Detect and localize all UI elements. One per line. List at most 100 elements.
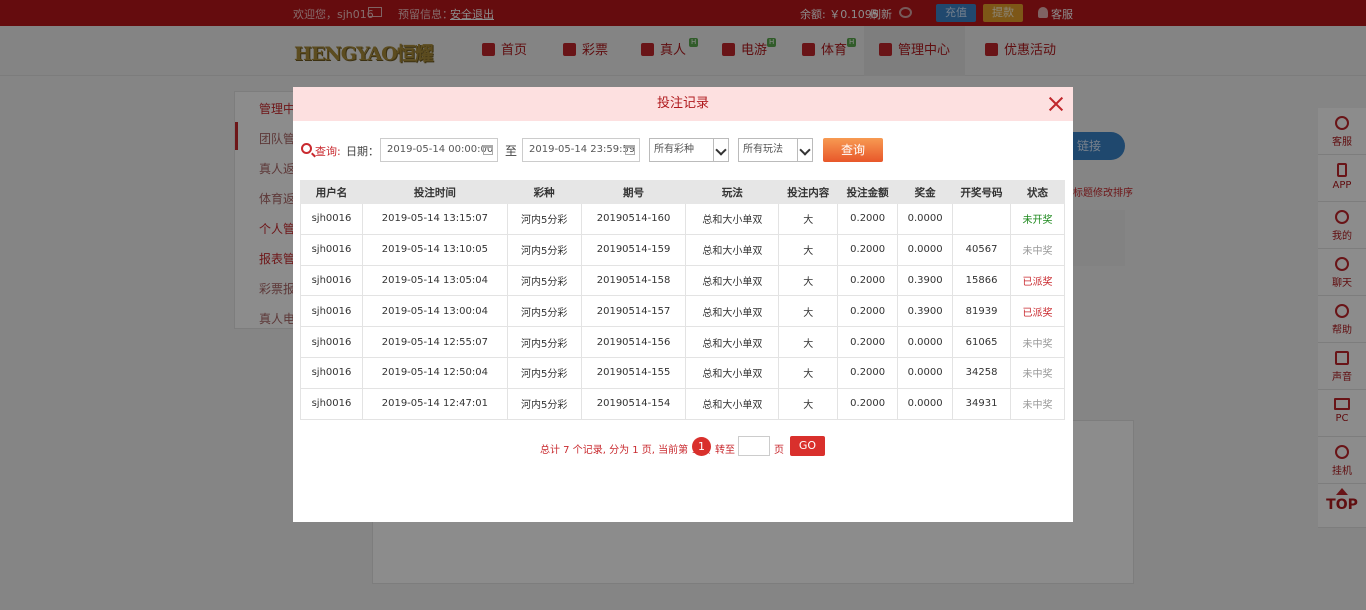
username-cell: sjh0016 xyxy=(300,203,363,235)
column-header: 玩法 xyxy=(685,180,780,204)
close-icon[interactable] xyxy=(1048,96,1063,111)
bet-time-cell: 2019-05-14 12:50:04 xyxy=(361,356,508,389)
draw-number-cell xyxy=(952,203,1012,235)
bet-content-cell: 大 xyxy=(778,233,839,266)
play-type-select[interactable]: 所有玩法 xyxy=(738,138,813,162)
lottery-cell: 河内5分彩 xyxy=(506,264,582,297)
column-header: 投注内容 xyxy=(778,180,839,204)
status-cell: 已派奖 xyxy=(1010,295,1065,328)
go-button[interactable]: GO xyxy=(790,436,825,456)
prize-cell: 0.0000 xyxy=(897,233,954,266)
lottery-cell: 河内5分彩 xyxy=(506,295,582,328)
lottery-cell: 河内5分彩 xyxy=(506,203,582,235)
table-body: sjh0016 2019-05-14 13:15:07 河内5分彩 20190514-… xyxy=(300,203,1065,420)
column-header: 开奖号码 xyxy=(952,180,1012,204)
status-cell: 未中奖 xyxy=(1010,387,1065,420)
column-header: 彩种 xyxy=(506,180,582,204)
bet-amount-cell: 0.2000 xyxy=(837,326,899,358)
current-page-button[interactable]: 1 xyxy=(692,437,711,456)
calendar-icon[interactable] xyxy=(625,145,635,155)
draw-number-cell: 40567 xyxy=(952,233,1012,266)
column-header: 投注金额 xyxy=(837,180,899,204)
table-row: sjh0016 2019-05-14 12:47:01 河内5分彩 20190514-… xyxy=(300,387,1065,420)
prize-cell: 0.3900 xyxy=(897,295,954,328)
prize-cell: 0.0000 xyxy=(897,356,954,389)
issue-cell: 20190514-156 xyxy=(580,326,687,358)
issue-cell: 20190514-157 xyxy=(580,295,687,328)
search-icon xyxy=(301,143,312,154)
date-range-separator: 至 xyxy=(505,144,518,158)
chevron-down-icon xyxy=(713,139,728,161)
lottery-cell: 河内5分彩 xyxy=(506,356,582,389)
username-cell: sjh0016 xyxy=(300,295,363,328)
date-from-input[interactable]: 2019-05-14 00:00:00 xyxy=(380,138,498,162)
dialog-title: 投注记录 xyxy=(656,96,709,111)
prize-cell: 0.0000 xyxy=(897,326,954,358)
column-header: 状态 xyxy=(1010,180,1065,204)
date-label: 日期： xyxy=(346,145,379,158)
bet-content-cell: 大 xyxy=(778,295,839,328)
table-row: sjh0016 2019-05-14 12:50:04 河内5分彩 20190514-… xyxy=(300,356,1065,389)
column-header: 奖金 xyxy=(897,180,954,204)
bet-content-cell: 大 xyxy=(778,264,839,297)
goto-page-input[interactable] xyxy=(738,436,770,456)
filter-bar: 查询: 日期： 2019-05-14 00:00:00 至 2019-05-14… xyxy=(301,138,1065,162)
status-cell: 未中奖 xyxy=(1010,326,1065,358)
bet-records-table: 用户名 投注时间 彩种 期号 玩法 投注内容 投注金额 奖金 开奖号码 状态 s… xyxy=(300,180,1065,420)
column-header: 期号 xyxy=(580,180,687,204)
page-unit-label: 页 xyxy=(774,445,784,456)
table-header-row: 用户名 投注时间 彩种 期号 玩法 投注内容 投注金额 奖金 开奖号码 状态 xyxy=(300,180,1065,204)
calendar-icon[interactable] xyxy=(483,145,493,155)
draw-number-cell: 81939 xyxy=(952,295,1012,328)
status-cell: 未中奖 xyxy=(1010,356,1065,389)
username-cell: sjh0016 xyxy=(300,264,363,297)
date-to-input[interactable]: 2019-05-14 23:59:59 xyxy=(522,138,640,162)
issue-cell: 20190514-159 xyxy=(580,233,687,266)
draw-number-cell: 15866 xyxy=(952,264,1012,297)
query-label: 查询: xyxy=(315,145,341,158)
lottery-cell: 河内5分彩 xyxy=(506,387,582,420)
dialog-header: 投注记录 xyxy=(293,87,1073,121)
username-cell: sjh0016 xyxy=(300,356,363,389)
username-cell: sjh0016 xyxy=(300,233,363,266)
prize-cell: 0.0000 xyxy=(897,203,954,235)
play-type-cell: 总和大小单双 xyxy=(685,233,780,266)
draw-number-cell: 34931 xyxy=(952,387,1012,420)
play-type-cell: 总和大小单双 xyxy=(685,356,780,389)
prize-cell: 0.3900 xyxy=(897,264,954,297)
play-type-cell: 总和大小单双 xyxy=(685,264,780,297)
lottery-type-select[interactable]: 所有彩种 xyxy=(649,138,729,162)
draw-number-cell: 61065 xyxy=(952,326,1012,358)
column-header: 投注时间 xyxy=(361,180,508,204)
bet-content-cell: 大 xyxy=(778,326,839,358)
bet-content-cell: 大 xyxy=(778,203,839,235)
status-cell: 未中奖 xyxy=(1010,233,1065,266)
query-button[interactable]: 查询 xyxy=(823,138,883,162)
username-cell: sjh0016 xyxy=(300,387,363,420)
issue-cell: 20190514-155 xyxy=(580,356,687,389)
bet-amount-cell: 0.2000 xyxy=(837,356,899,389)
table-row: sjh0016 2019-05-14 13:10:05 河内5分彩 20190514-… xyxy=(300,233,1065,266)
bet-amount-cell: 0.2000 xyxy=(837,203,899,235)
status-cell: 已派奖 xyxy=(1010,264,1065,297)
prize-cell: 0.0000 xyxy=(897,387,954,420)
bet-amount-cell: 0.2000 xyxy=(837,233,899,266)
issue-cell: 20190514-154 xyxy=(580,387,687,420)
play-type-cell: 总和大小单双 xyxy=(685,203,780,235)
bet-time-cell: 2019-05-14 12:47:01 xyxy=(361,387,508,420)
table-row: sjh0016 2019-05-14 13:00:04 河内5分彩 20190514-… xyxy=(300,295,1065,328)
bet-amount-cell: 0.2000 xyxy=(837,295,899,328)
play-type-cell: 总和大小单双 xyxy=(685,387,780,420)
play-type-cell: 总和大小单双 xyxy=(685,295,780,328)
draw-number-cell: 34258 xyxy=(952,356,1012,389)
issue-cell: 20190514-158 xyxy=(580,264,687,297)
play-type-cell: 总和大小单双 xyxy=(685,326,780,358)
bet-content-cell: 大 xyxy=(778,387,839,420)
bet-time-cell: 2019-05-14 12:55:07 xyxy=(361,326,508,358)
table-row: sjh0016 2019-05-14 12:55:07 河内5分彩 20190514-… xyxy=(300,326,1065,358)
issue-cell: 20190514-160 xyxy=(580,203,687,235)
bet-amount-cell: 0.2000 xyxy=(837,264,899,297)
status-cell: 未开奖 xyxy=(1010,203,1065,235)
bet-time-cell: 2019-05-14 13:05:04 xyxy=(361,264,508,297)
table-row: sjh0016 2019-05-14 13:15:07 河内5分彩 20190514-… xyxy=(300,203,1065,235)
